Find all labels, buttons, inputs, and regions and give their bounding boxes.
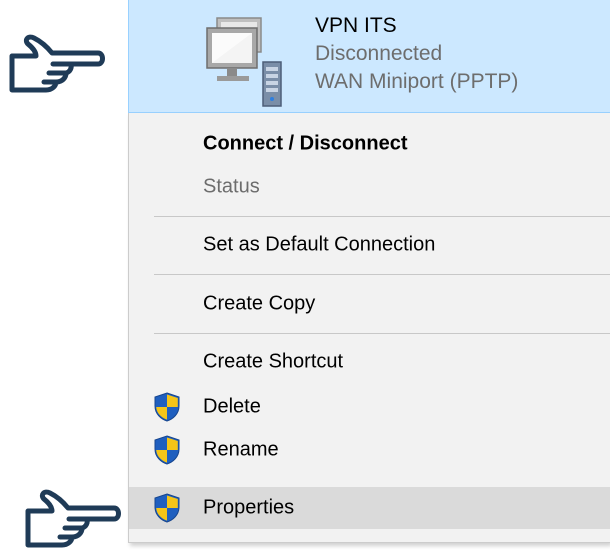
connection-status: Disconnected xyxy=(315,42,443,65)
menu-item-label: Delete xyxy=(203,395,261,418)
menu-item-label: Properties xyxy=(203,496,295,519)
menu-item-label: Status xyxy=(203,175,260,198)
uac-shield-icon xyxy=(154,493,180,523)
menu-item-delete[interactable]: Delete xyxy=(129,387,610,427)
menu-item-rename[interactable]: Rename xyxy=(129,430,610,470)
pointing-hand-icon xyxy=(25,489,121,548)
uac-shield-icon xyxy=(154,392,180,422)
menu-item-label: Rename xyxy=(203,438,279,461)
pointing-hand-icon xyxy=(9,34,105,93)
context-menu: Connect / Disconnect Status Set as Defau… xyxy=(128,113,610,543)
menu-item-status: Status xyxy=(129,167,610,207)
network-connection-icon xyxy=(206,17,282,107)
menu-separator xyxy=(154,274,610,275)
uac-shield-icon xyxy=(154,435,180,465)
connection-name: VPN ITS xyxy=(315,14,397,37)
menu-item-label: Connect / Disconnect xyxy=(203,132,408,155)
menu-item-connect-disconnect[interactable]: Connect / Disconnect xyxy=(129,124,610,164)
menu-item-properties[interactable]: Properties xyxy=(129,487,610,529)
vpn-connection-tile[interactable]: VPN ITS Disconnected WAN Miniport (PPTP) xyxy=(128,0,610,113)
menu-item-label: Set as Default Connection xyxy=(203,233,436,256)
menu-separator xyxy=(154,333,610,334)
menu-item-set-default-connection[interactable]: Set as Default Connection xyxy=(129,225,610,265)
screenshot-stage: VPN ITS Disconnected WAN Miniport (PPTP)… xyxy=(0,0,610,551)
menu-item-label: Create Copy xyxy=(203,292,316,315)
menu-separator xyxy=(154,216,610,217)
connection-device: WAN Miniport (PPTP) xyxy=(315,70,519,93)
menu-item-label: Create Shortcut xyxy=(203,350,344,373)
menu-item-create-copy[interactable]: Create Copy xyxy=(129,284,610,324)
menu-item-create-shortcut[interactable]: Create Shortcut xyxy=(129,342,610,382)
